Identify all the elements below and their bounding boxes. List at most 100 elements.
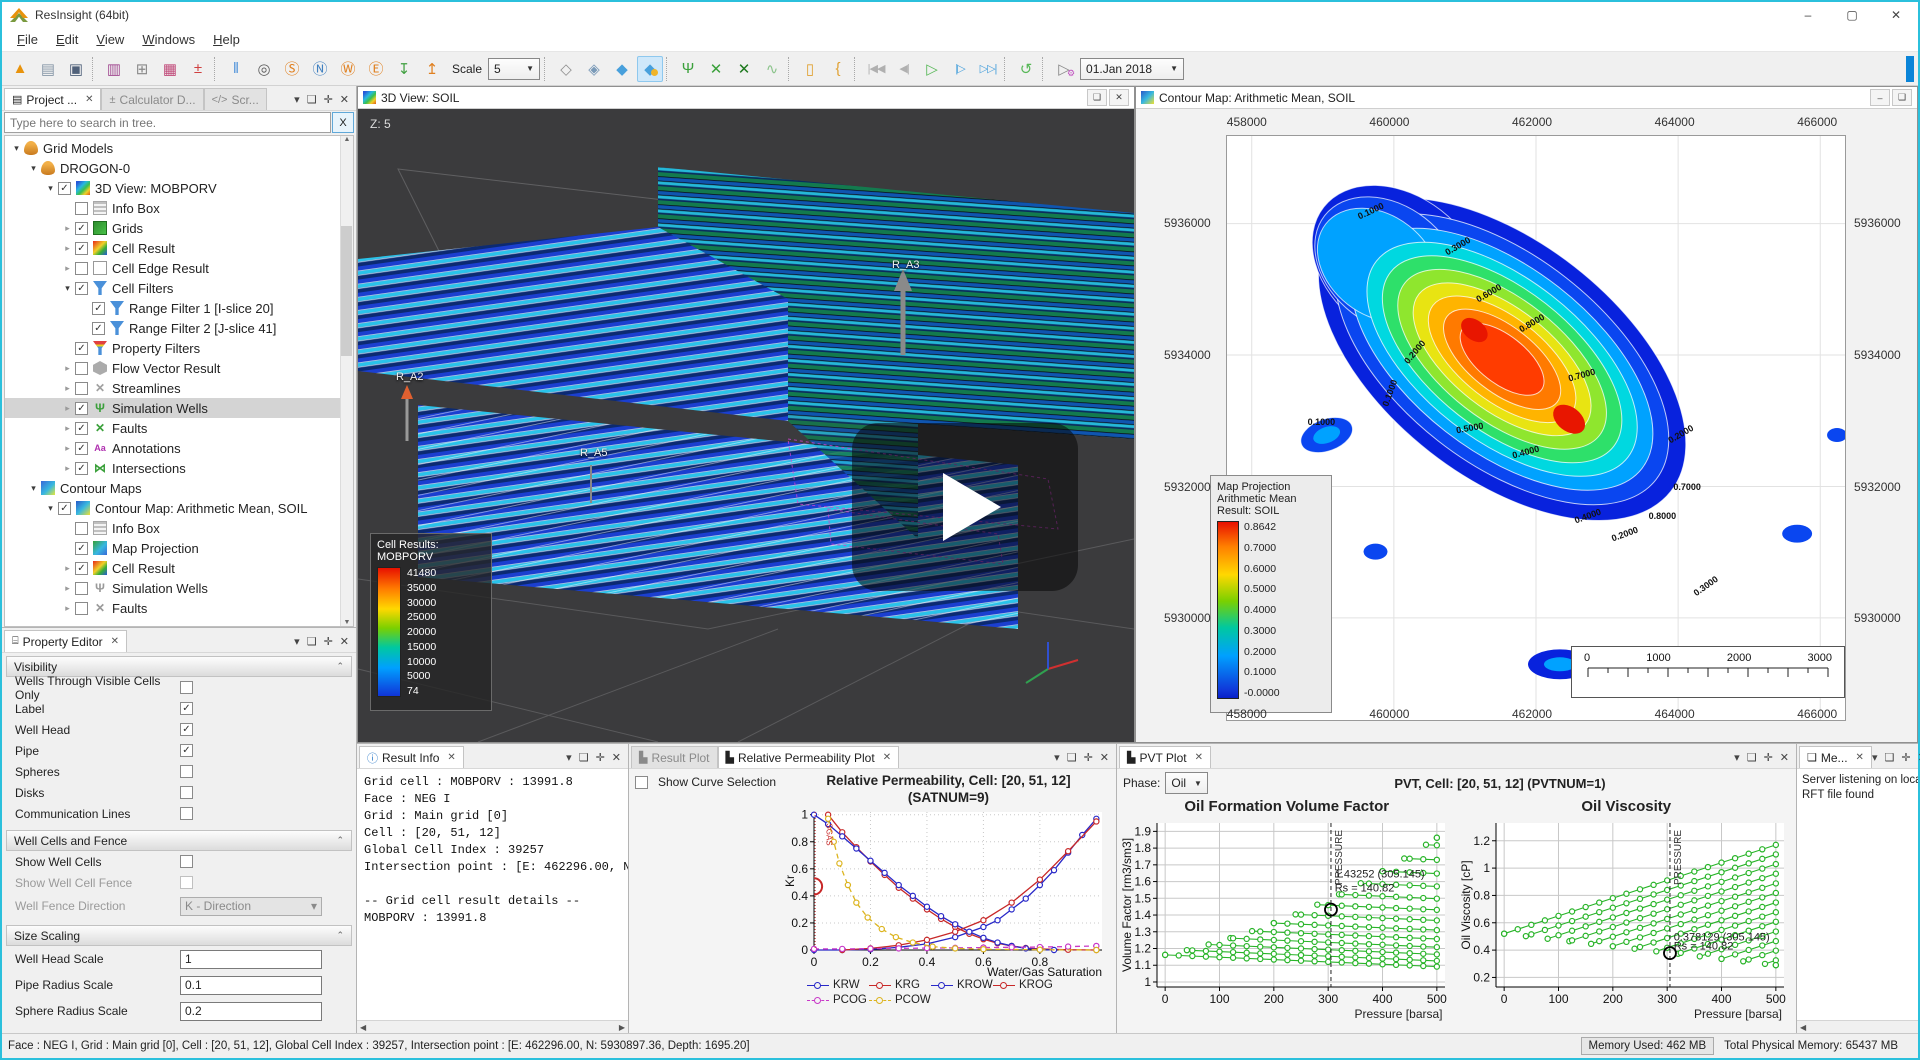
show-well-paths-icon[interactable]: ∿	[759, 56, 785, 82]
tree-item-grids[interactable]: ▸✓Grids	[5, 218, 340, 238]
tree-item-range-filter-1-i-slice-20[interactable]: ✓Range Filter 1 [I-slice 20]	[5, 298, 340, 318]
h-scrollbar[interactable]: ◀	[1797, 1020, 1918, 1033]
pin-icon[interactable]: ✛	[1764, 751, 1773, 764]
close-icon[interactable]: ✕	[85, 94, 93, 105]
tree-scrollbar[interactable]: ▲▼	[340, 136, 353, 626]
checkbox[interactable]: ✓	[180, 744, 193, 757]
draw-style-surface-mesh-icon[interactable]: ◆	[637, 56, 663, 82]
checkbox[interactable]: ✓	[75, 342, 88, 355]
tree-item-info-box[interactable]: Info Box	[5, 198, 340, 218]
tree-item-cell-result[interactable]: ▸✓Cell Result	[5, 558, 340, 578]
expander-icon[interactable]: ▾	[26, 163, 41, 174]
show-wells-icon[interactable]: Ψ	[675, 56, 701, 82]
expander-icon[interactable]: ▾	[43, 503, 58, 514]
expander-icon[interactable]: ▸	[60, 263, 75, 274]
tab-calculator[interactable]: ±Calculator D...	[101, 88, 203, 110]
close-icon[interactable]: ✕	[1195, 752, 1203, 763]
view-west-icon[interactable]: Ⓦ	[335, 56, 361, 82]
tree-item-faults[interactable]: ▸✓✕Faults	[5, 418, 340, 438]
checkbox[interactable]: ✓	[75, 422, 88, 435]
checkbox[interactable]	[75, 582, 88, 595]
tab-project-tree[interactable]: ▤Project ...✕	[4, 88, 101, 110]
view3d-titlebar[interactable]: 3D View: SOIL ❑ ✕	[358, 87, 1134, 109]
menu-help[interactable]: Help	[204, 29, 249, 50]
menu-file[interactable]: File	[8, 29, 47, 50]
view-south-icon[interactable]: Ⓢ	[279, 56, 305, 82]
legend-entry-krog[interactable]: KROG	[993, 979, 1055, 991]
expander-icon[interactable]: ▸	[60, 423, 75, 434]
memory-used[interactable]: Memory Used: 462 MB	[1581, 1037, 1715, 1055]
summary-grid-icon[interactable]: ▦	[157, 56, 183, 82]
legend-entry-pcog[interactable]: PCOG	[807, 994, 869, 1006]
snapshot-to-file-icon[interactable]: ↥	[419, 56, 445, 82]
minimize-icon[interactable]: –	[1870, 89, 1890, 106]
zoom-all-icon[interactable]: ◎	[251, 56, 277, 82]
expander-icon[interactable]: ▸	[60, 243, 75, 254]
h-scrollbar[interactable]: ◀▶	[357, 1020, 628, 1033]
checkbox[interactable]	[75, 202, 88, 215]
tree-item-contour-maps[interactable]: ▾Contour Maps	[5, 478, 340, 498]
close-icon[interactable]: ✕	[1100, 751, 1109, 764]
view3d-viewport[interactable]: Z: 5 Cell Results: MOBPORV 4148035000300…	[358, 109, 1134, 742]
input-sphere-radius-scale[interactable]: 0.2	[180, 1002, 322, 1021]
tree-item-range-filter-2-j-slice-41[interactable]: ✓Range Filter 2 [J-slice 41]	[5, 318, 340, 338]
pin-icon[interactable]: ✛	[596, 751, 605, 764]
tree-item-annotations[interactable]: ▸✓AaAnnotations	[5, 438, 340, 458]
checkbox[interactable]	[75, 602, 88, 615]
checkbox[interactable]: ✓	[75, 462, 88, 475]
expander-icon[interactable]: ▾	[43, 183, 58, 194]
restore-icon[interactable]: ❑	[1087, 89, 1107, 106]
chevron-down-icon[interactable]: ▾	[294, 93, 300, 106]
tab-result-info[interactable]: ⓘ Result Info ✕	[359, 746, 464, 768]
tree-item-cell-filters[interactable]: ▾✓Cell Filters	[5, 278, 340, 298]
float-window-icon[interactable]: ❑	[579, 751, 589, 764]
view-north-icon[interactable]: Ⓝ	[307, 56, 333, 82]
chevron-down-icon[interactable]: ▾	[1054, 751, 1060, 764]
contour-map-viewport[interactable]: 0.10000.30000.60000.80000.20000.10000.10…	[1136, 109, 1917, 742]
calculator-icon[interactable]: ±	[185, 56, 211, 82]
input-well-head-scale[interactable]: 1	[180, 950, 322, 969]
expander-icon[interactable]: ▾	[60, 283, 75, 294]
phase-select[interactable]: Oil ▼	[1165, 772, 1208, 794]
checkbox[interactable]: ✓	[75, 442, 88, 455]
legend-entry-krow[interactable]: KROW	[931, 979, 993, 991]
save-project-icon[interactable]: ▣	[63, 56, 89, 82]
checkbox[interactable]	[180, 876, 193, 889]
anim-play-icon[interactable]: ▷	[919, 56, 945, 82]
checkbox[interactable]: ✓	[180, 723, 193, 736]
input-pipe-radius-scale[interactable]: 0.1	[180, 976, 322, 995]
menu-edit[interactable]: Edit	[47, 29, 87, 50]
checkbox[interactable]	[75, 522, 88, 535]
tree-item-info-box[interactable]: Info Box	[5, 518, 340, 538]
plot-window-icon[interactable]: ▥	[101, 56, 127, 82]
close-icon[interactable]: ✕	[111, 636, 119, 647]
draw-style-outline-icon[interactable]: ◇	[553, 56, 579, 82]
tab-property-editor[interactable]: ⌸ Property Editor ✕	[4, 630, 127, 652]
checkbox[interactable]	[180, 681, 193, 694]
close-icon[interactable]: ✕	[340, 93, 349, 106]
draw-style-surface-icon[interactable]: ◆	[609, 56, 635, 82]
snapshot-to-clipboard-icon[interactable]: ↧	[391, 56, 417, 82]
legend-entry-krg[interactable]: KRG	[869, 979, 931, 991]
expander-icon[interactable]: ▸	[60, 223, 75, 234]
expander-icon[interactable]: ▾	[9, 143, 24, 154]
view-east-icon[interactable]: Ⓔ	[363, 56, 389, 82]
expander-icon[interactable]: ▸	[60, 403, 75, 414]
chevron-down-icon[interactable]: ▾	[294, 635, 300, 648]
timestep-select[interactable]: 01.Jan 2018▼	[1080, 58, 1184, 80]
pin-icon[interactable]: ✛	[324, 635, 333, 648]
tree-item-streamlines[interactable]: ▸✕Streamlines	[5, 378, 340, 398]
show-faults-icon[interactable]: ✕	[703, 56, 729, 82]
checkbox[interactable]: ✓	[92, 302, 105, 315]
close-icon[interactable]: ✕	[612, 751, 621, 764]
minimize-button[interactable]: –	[1786, 2, 1830, 28]
close-icon[interactable]: ✕	[883, 752, 891, 763]
show-fault-labels-icon[interactable]: ✕	[731, 56, 757, 82]
expander-icon[interactable]: ▸	[60, 603, 75, 614]
edit-project-icon[interactable]: ▤	[35, 56, 61, 82]
tree-item-map-projection[interactable]: ✓Map Projection	[5, 538, 340, 558]
link-views-icon[interactable]: ⊞	[129, 56, 155, 82]
checkbox[interactable]	[180, 786, 193, 799]
section-header-size-scaling[interactable]: Size Scaling⌃	[6, 925, 352, 946]
menu-windows[interactable]: Windows	[133, 29, 204, 50]
